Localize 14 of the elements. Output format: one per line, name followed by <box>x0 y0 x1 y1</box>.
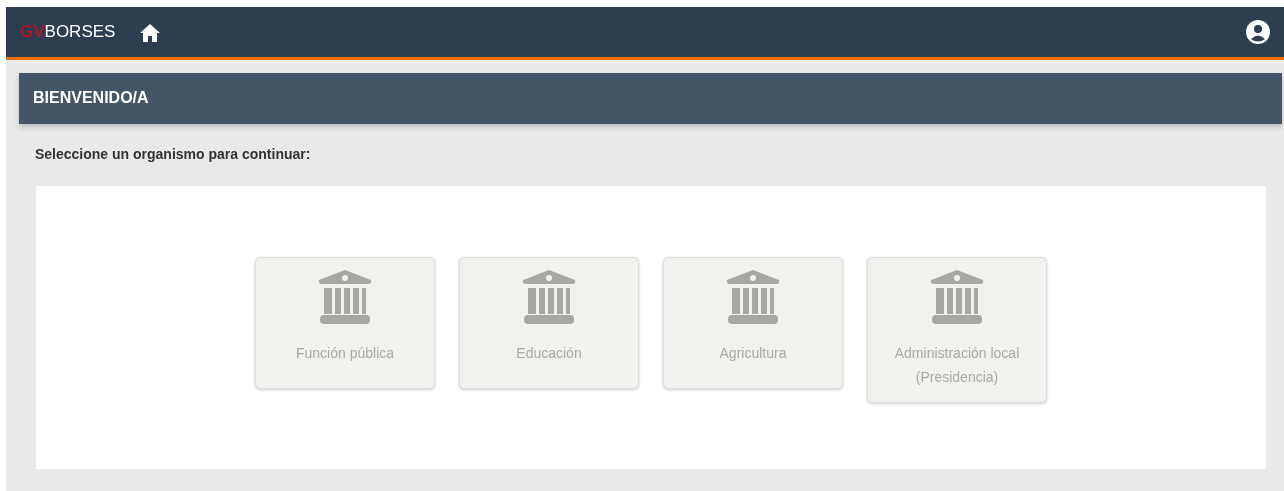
building-icon <box>522 270 576 326</box>
home-icon <box>139 22 162 43</box>
organism-button[interactable]: Administración local (Presidencia) <box>867 257 1047 403</box>
building-icon <box>930 270 984 326</box>
organism-button[interactable]: Educación <box>459 257 639 389</box>
user-menu[interactable] <box>1246 19 1270 45</box>
welcome-header: BIENVENIDO/A <box>19 73 1282 124</box>
building-icon <box>726 270 780 326</box>
organism-button[interactable]: Función pública <box>255 257 435 389</box>
building-icon <box>318 270 372 326</box>
logo-link[interactable]: GVBORSES <box>20 19 116 45</box>
user-icon <box>1246 20 1270 45</box>
organism-button[interactable]: Agricultura <box>663 257 843 389</box>
instruction-text: Seleccione un organismo para continuar: <box>35 145 312 164</box>
